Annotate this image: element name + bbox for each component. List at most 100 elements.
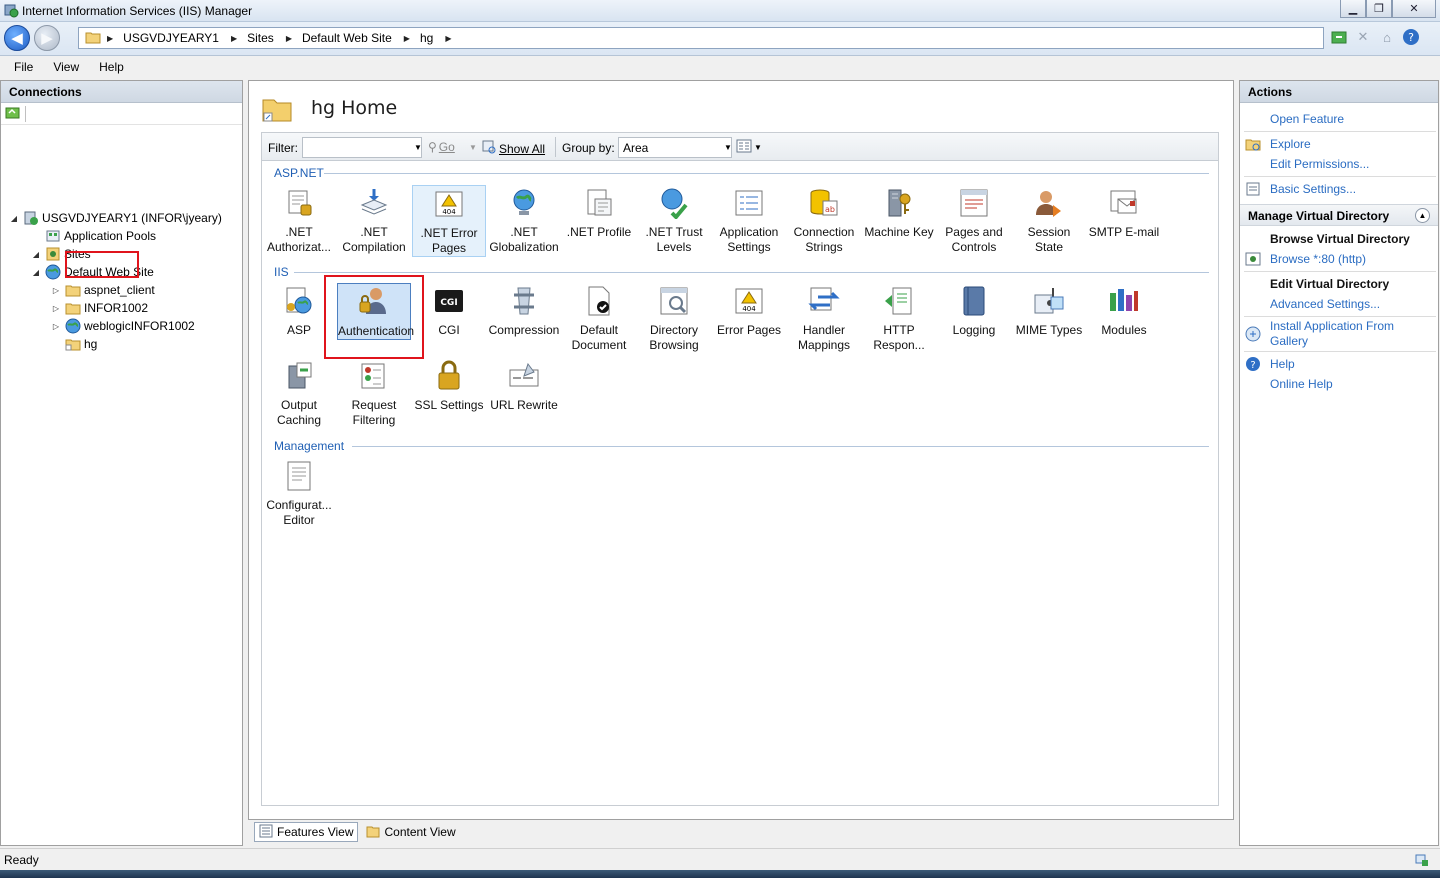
filter-dropdown-icon[interactable]: ▼ — [414, 143, 422, 152]
chevron-right-icon[interactable]: ▶ — [231, 34, 237, 43]
breadcrumb-server[interactable]: USGVDJYEARY1 — [123, 31, 219, 45]
view-mode-button[interactable]: ▼ — [736, 139, 762, 156]
feature-net-globalization[interactable]: .NET Globalization — [487, 185, 561, 255]
go-dropdown-icon[interactable]: ▼ — [469, 143, 477, 152]
pages-controls-icon — [956, 185, 992, 221]
chevron-right-icon[interactable]: ▶ — [445, 34, 451, 43]
feature-directory-browsing[interactable]: Directory Browsing — [637, 283, 711, 353]
basic-settings-link[interactable]: Basic Settings... — [1270, 182, 1356, 196]
feature-net-profile[interactable]: .NET Profile — [562, 185, 636, 240]
feature-default-document[interactable]: Default Document — [562, 283, 636, 353]
close-button[interactable]: ✕ — [1392, 0, 1436, 18]
connect-icon[interactable] — [5, 104, 21, 123]
menu-view[interactable]: View — [53, 60, 79, 74]
logging-icon — [956, 283, 992, 319]
edit-permissions-link[interactable]: Edit Permissions... — [1270, 157, 1369, 171]
expand-arrow-icon[interactable]: ▷ — [51, 304, 61, 313]
tree-node[interactable]: ◢ USGVDJYEARY1 (INFOR\jyeary) — [9, 209, 222, 227]
home-icon[interactable]: ⌂ — [1378, 28, 1396, 46]
actions-pane: Actions Open Feature Explore Edit Permis… — [1239, 80, 1439, 846]
install-gallery-link[interactable]: Install Application From Gallery — [1270, 319, 1420, 349]
gallery-icon — [1245, 326, 1261, 342]
feature-http-response[interactable]: HTTP Respon... — [862, 283, 936, 353]
go-button[interactable]: ⚲ Go — [428, 140, 455, 154]
feature-error-pages[interactable]: 404 Error Pages — [712, 283, 786, 338]
chevron-right-icon[interactable]: ▶ — [107, 34, 113, 43]
tree-node[interactable]: ▷ INFOR1002 — [51, 299, 148, 317]
advanced-settings-link[interactable]: Advanced Settings... — [1270, 297, 1380, 311]
feature-net-compilation[interactable]: .NET Compilation — [337, 185, 411, 255]
status-text: Ready — [4, 853, 39, 867]
stop-icon[interactable]: ✕ — [1354, 28, 1372, 46]
minimize-button[interactable]: ▁ — [1340, 0, 1366, 18]
expand-arrow-icon[interactable]: ▷ — [51, 322, 61, 331]
breadcrumb-sites[interactable]: Sites — [247, 31, 274, 45]
feature-machine-key[interactable]: Machine Key — [862, 185, 936, 240]
url-rewrite-icon — [506, 358, 542, 394]
feature-session-state[interactable]: Session State — [1012, 185, 1086, 255]
edit-virtual-directory-heading: Edit Virtual Directory — [1270, 277, 1390, 291]
server-icon — [23, 210, 39, 226]
help-icon[interactable]: ? — [1402, 28, 1420, 46]
feature-configuration-editor[interactable]: Configurat... Editor — [262, 458, 336, 528]
feature-logging[interactable]: Logging — [937, 283, 1011, 338]
browse-80-link[interactable]: Browse *:80 (http) — [1270, 252, 1366, 266]
menu-help[interactable]: Help — [99, 60, 124, 74]
tree-node[interactable]: ▷ aspnet_client — [51, 281, 155, 299]
feature-connection-strings[interactable]: ab Connection Strings — [787, 185, 861, 255]
filter-input[interactable] — [302, 137, 422, 158]
net-profile-icon — [581, 185, 617, 221]
feature-modules[interactable]: Modules — [1087, 283, 1161, 338]
breadcrumb-hg[interactable]: hg — [420, 31, 433, 45]
feature-pages-controls[interactable]: Pages and Controls — [937, 185, 1011, 255]
session-state-icon — [1031, 185, 1067, 221]
view-mode-dropdown-icon: ▼ — [754, 143, 762, 152]
address-breadcrumb[interactable]: ▶ USGVDJYEARY1 ▶ Sites ▶ Default Web Sit… — [78, 27, 1324, 49]
tree-node[interactable]: Application Pools — [31, 227, 156, 245]
tab-features-view[interactable]: Features View — [254, 822, 359, 842]
feature-output-caching[interactable]: Output Caching — [262, 358, 336, 428]
group-by-select[interactable]: Area — [618, 137, 732, 158]
feature-net-error-pages[interactable]: 404 .NET Error Pages — [412, 185, 486, 257]
feature-smtp-email[interactable]: SMTP E-mail — [1087, 185, 1161, 240]
filter-toolbar: Filter: ▼ ⚲ Go ▼ Show All Group by: Area … — [262, 133, 1218, 161]
feature-label: Handler Mappings — [797, 323, 851, 352]
chevron-right-icon[interactable]: ▶ — [404, 34, 410, 43]
open-feature-link[interactable]: Open Feature — [1270, 112, 1344, 126]
collapse-arrow-icon[interactable]: ◢ — [31, 250, 41, 259]
feature-mime-types[interactable]: MIME Types — [1012, 283, 1086, 338]
explore-link[interactable]: Explore — [1270, 137, 1311, 151]
taskbar — [0, 870, 1440, 878]
refresh-icon[interactable] — [1330, 28, 1348, 46]
page-title: hg Home — [311, 97, 398, 119]
feature-application-settings[interactable]: Application Settings — [712, 185, 786, 255]
manage-virtual-directory-group[interactable]: Manage Virtual Directory ▲ — [1240, 204, 1438, 226]
tree-node[interactable]: hg — [51, 335, 97, 353]
breadcrumb-default-web-site[interactable]: Default Web Site — [302, 31, 392, 45]
feature-net-trust-levels[interactable]: .NET Trust Levels — [637, 185, 711, 255]
chevron-right-icon[interactable]: ▶ — [286, 34, 292, 43]
highlight-box-authentication — [324, 275, 424, 359]
menu-file[interactable]: File — [14, 60, 33, 74]
tree-node[interactable]: ▷ weblogicINFOR1002 — [51, 317, 195, 335]
group-by-dropdown-icon[interactable]: ▼ — [724, 143, 732, 152]
window-title: Internet Information Services (IIS) Mana… — [22, 4, 253, 18]
back-button[interactable]: ◀ — [4, 25, 30, 51]
chevron-up-icon[interactable]: ▲ — [1415, 208, 1430, 223]
maximize-button[interactable]: ❐ — [1366, 0, 1392, 18]
feature-net-authorization[interactable]: .NET Authorizat... — [262, 185, 336, 255]
modules-icon — [1106, 283, 1142, 319]
feature-ssl-settings[interactable]: SSL Settings — [412, 358, 486, 413]
collapse-arrow-icon[interactable]: ◢ — [31, 268, 41, 277]
online-help-link[interactable]: Online Help — [1270, 377, 1333, 391]
feature-handler-mappings[interactable]: Handler Mappings — [787, 283, 861, 353]
forward-button[interactable]: ▶ — [34, 25, 60, 51]
expand-arrow-icon[interactable]: ▷ — [51, 286, 61, 295]
help-link[interactable]: Help — [1270, 357, 1295, 371]
feature-compression[interactable]: Compression — [487, 283, 561, 338]
feature-request-filtering[interactable]: Request Filtering — [337, 358, 411, 428]
feature-url-rewrite[interactable]: URL Rewrite — [487, 358, 561, 413]
show-all-button[interactable]: Show All — [482, 140, 545, 157]
tab-content-view[interactable]: Content View — [362, 822, 459, 842]
collapse-arrow-icon[interactable]: ◢ — [9, 214, 19, 223]
